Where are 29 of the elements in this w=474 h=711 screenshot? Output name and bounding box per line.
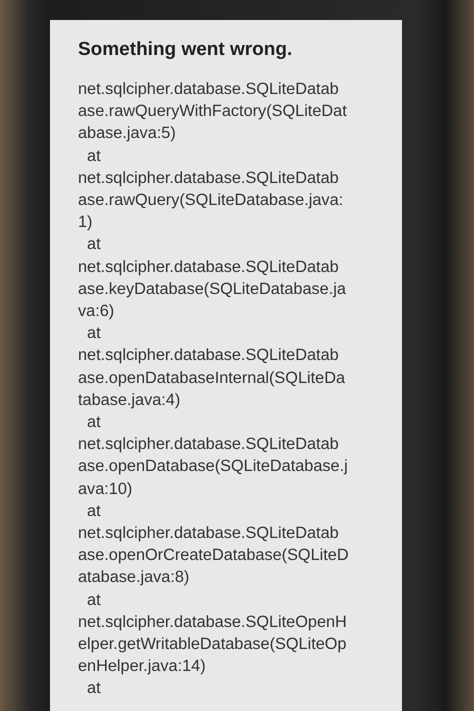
stack-trace-line: abase.java:5): [78, 123, 176, 144]
stack-trace-line: at: [86, 412, 101, 434]
stack-trace-line: elper.getWritableDatabase(SQLiteOp: [78, 634, 346, 656]
stack-trace-line: at: [86, 323, 101, 344]
stack-trace-line: net.sqlcipher.database.SQLiteDatab: [78, 345, 339, 366]
stack-trace-line: at: [86, 234, 101, 256]
stack-trace-line: net.sqlcipher.database.SQLiteDatab: [78, 256, 339, 278]
stack-trace-line: ase.openDatabaseInternal(SQLiteDa: [78, 368, 346, 389]
stack-trace-line: net.sqlcipher.database.SQLiteDatab: [78, 434, 339, 456]
stack-trace-line: at: [86, 678, 101, 700]
stack-trace-line: ase.rawQueryWithFactory(SQLiteDat: [78, 101, 347, 122]
stack-trace-line: tabase.java:4): [78, 390, 180, 411]
stack-trace-line: ava:10): [78, 478, 132, 500]
stack-trace-line: at: [86, 590, 101, 611]
stack-trace-line: va:6): [78, 301, 114, 322]
stack-trace-line: ase.openDatabase(SQLiteDatabase.j: [78, 456, 348, 478]
stack-trace-line: net.sqlcipher.database.SQLiteOpenH: [78, 612, 347, 633]
stack-trace-line: ase.openOrCreateDatabase(SQLiteD: [78, 545, 349, 566]
stack-trace-line: net.sqlcipher.database.SQLiteDatab: [78, 523, 339, 544]
stack-trace-line: net.sqlcipher.database.SQLiteDatab: [78, 79, 339, 100]
stack-trace-line: at: [86, 500, 101, 522]
stack-trace-line: net.sqlcipher.database.SQLiteDatab: [78, 168, 339, 189]
stack-trace-line: atabase.java:8): [78, 567, 190, 588]
stack-trace-line: ase.keyDatabase(SQLiteDatabase.ja: [78, 278, 346, 300]
stack-trace-line: 1): [78, 212, 92, 234]
stack-trace-line: enHelper.java:14): [78, 656, 206, 678]
stack-trace-line: at: [86, 146, 101, 167]
dialog-title: Something went wrong.: [78, 38, 294, 62]
stack-trace-line: ase.rawQuery(SQLiteDatabase.java:: [78, 190, 344, 212]
